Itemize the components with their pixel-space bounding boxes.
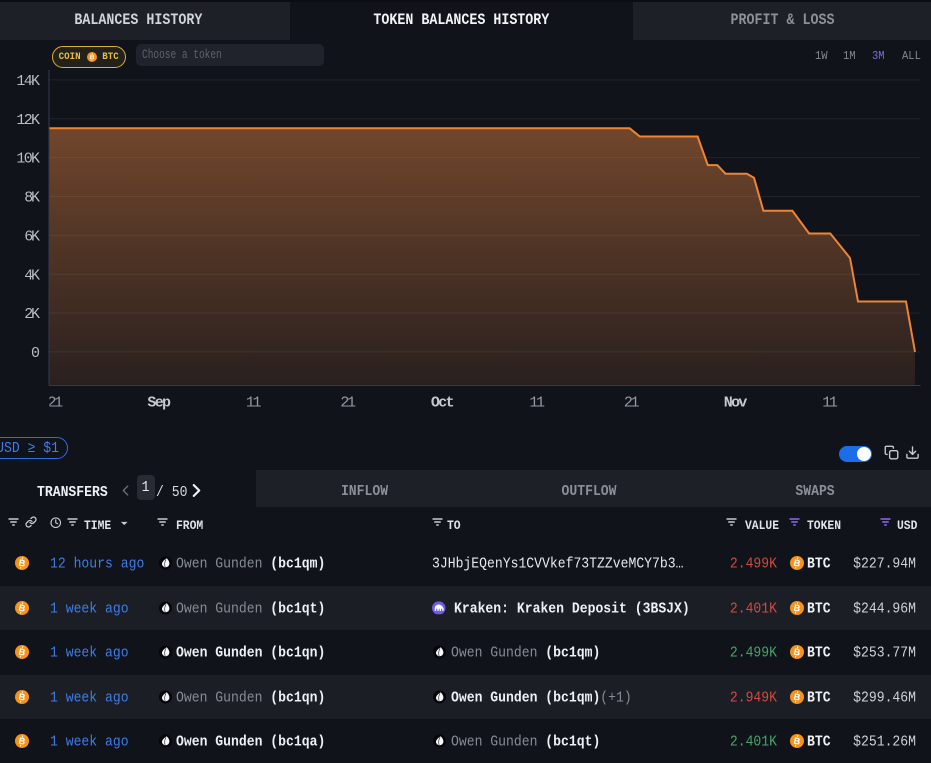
svg-text:Sep: Sep (147, 395, 171, 412)
svg-text:21: 21 (624, 395, 640, 412)
svg-text:12K: 12K (16, 112, 40, 129)
svg-text:21: 21 (340, 395, 356, 412)
svg-text:6K: 6K (24, 228, 40, 245)
svg-text:11: 11 (822, 395, 838, 412)
svg-text:11: 11 (529, 395, 545, 412)
svg-text:0: 0 (31, 345, 40, 362)
svg-text:10K: 10K (16, 151, 40, 168)
svg-text:2K: 2K (24, 306, 40, 323)
svg-text:14K: 14K (16, 73, 40, 90)
svg-text:11: 11 (246, 395, 262, 412)
svg-text:Nov: Nov (724, 395, 748, 412)
svg-text:8K: 8K (24, 190, 40, 207)
svg-text:21: 21 (47, 395, 63, 412)
svg-text:4K: 4K (24, 267, 40, 284)
svg-text:Oct: Oct (431, 395, 455, 412)
